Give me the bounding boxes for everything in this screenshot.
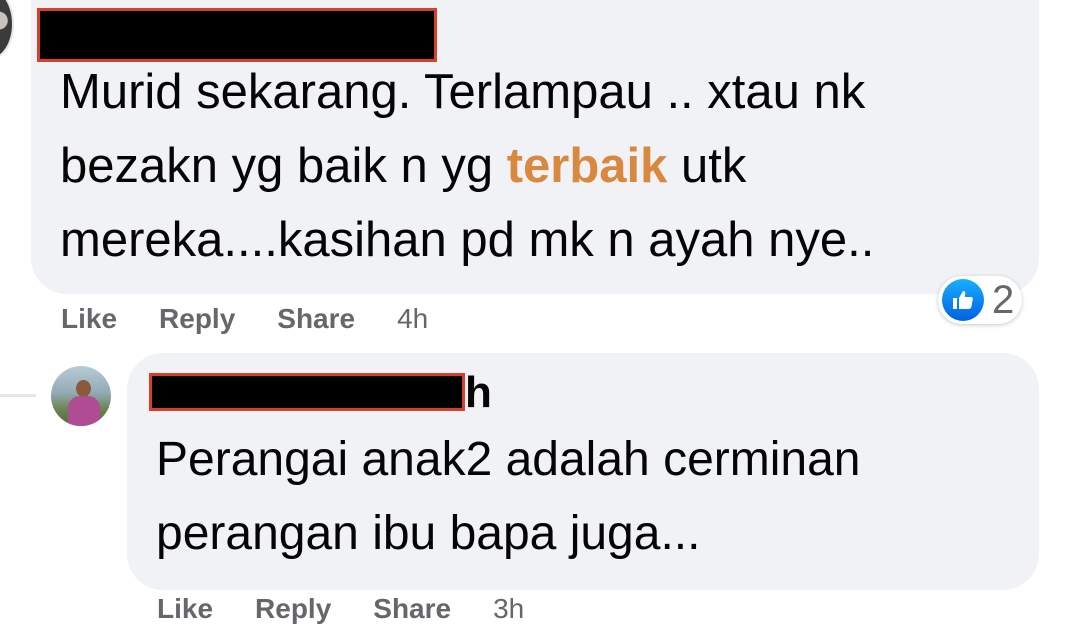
comment-text: Murid sekarang. Terlampau .. xtau nk bez…	[60, 55, 874, 277]
redacted-reply-name	[149, 373, 465, 411]
thread-connector	[0, 394, 36, 397]
reply-button[interactable]: Reply	[255, 593, 331, 625]
commenter-avatar[interactable]	[0, 0, 14, 60]
like-button[interactable]: Like	[61, 303, 117, 335]
comment-line: Murid sekarang. Terlampau .. xtau nk	[60, 65, 866, 119]
comment-line: bezakn yg baik n yg terbaik utk	[60, 129, 874, 203]
comment-line: Perangai anak2 adalah cerminan	[156, 433, 861, 486]
reply-actions: Like Reply Share 3h	[157, 593, 524, 625]
avatar-shirt	[68, 396, 100, 426]
reply-text: Perangai anak2 adalah cerminan perangan …	[156, 423, 860, 571]
avatar-head	[76, 380, 91, 397]
reaction-count: 2	[992, 278, 1015, 322]
comment-line-end: utk	[667, 139, 747, 193]
share-button[interactable]: Share	[373, 593, 451, 625]
highlighted-keyword: terbaik	[506, 139, 668, 193]
reaction-count-button[interactable]: 2	[938, 276, 1023, 324]
reply-name-visible-fragment[interactable]: h	[465, 371, 492, 415]
comment-timestamp[interactable]: 4h	[397, 303, 428, 335]
reply-timestamp[interactable]: 3h	[493, 593, 524, 625]
comment-line-start: bezakn yg baik n yg	[60, 139, 507, 193]
comment-line: perangan ibu bapa juga...	[156, 507, 701, 560]
comment-line: mereka....kasihan pd mk n ayah nye..	[60, 213, 875, 267]
reply-button[interactable]: Reply	[159, 303, 235, 335]
share-button[interactable]: Share	[277, 303, 355, 335]
redacted-commenter-name	[37, 8, 437, 62]
reply-avatar[interactable]	[51, 366, 111, 426]
comment-actions: Like Reply Share 4h	[61, 303, 428, 335]
like-icon	[942, 279, 984, 321]
like-button[interactable]: Like	[157, 593, 213, 625]
